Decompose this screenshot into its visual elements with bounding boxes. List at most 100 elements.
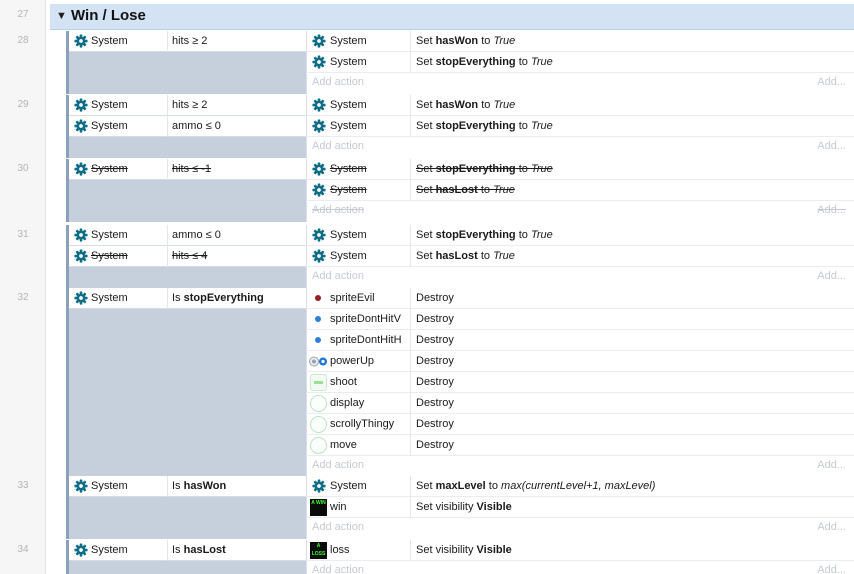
action-row[interactable]: System Set stopEverything to True [306,225,854,246]
add-action-link[interactable]: Add action [312,521,364,533]
action-row[interactable]: System Set hasLost to True [306,246,854,267]
event-block[interactable]: System hits ≤ -1 System Set stopEverything … [66,159,854,222]
group-header-win-lose[interactable]: ▼ Win / Lose [50,4,854,30]
action-row[interactable]: System Set hasWon to True [306,31,854,52]
action-variable: stopEverything [435,229,516,241]
add-action-link[interactable]: Add action [312,76,364,88]
event-block[interactable]: System hits ≥ 2 System Set hasWon to True Sy… [66,31,854,94]
condition-row[interactable]: System hits ≥ 2 [69,95,306,116]
column-divider [167,476,168,497]
add-action-link[interactable]: Add action [312,204,364,216]
event-block[interactable]: System Is hasLost A LOSS loss Set visibility… [66,540,854,574]
column-divider [167,159,168,180]
action-row[interactable]: powerUp Destroy [306,351,854,372]
add-action-row[interactable]: Add action Add... [306,73,854,92]
add-action-short-link[interactable]: Add... [817,270,846,282]
action-row[interactable]: spriteDontHitH Destroy [306,330,854,351]
column-divider [410,351,411,372]
action-value: True [530,229,553,241]
action-row[interactable]: A LOSS loss Set visibility Visible [306,540,854,561]
action-row[interactable]: display Destroy [306,393,854,414]
action-variable: hasLost [435,250,478,262]
add-action-link[interactable]: Add action [312,564,364,574]
action-text: Destroy [416,334,454,346]
action-connector: to [515,56,531,68]
action-object-name: shoot [330,376,357,388]
action-value: Visible [476,501,512,513]
event-block[interactable]: System ammo ≤ 0 System hits ≤ 4 System Set st… [66,225,854,288]
column-divider [410,31,411,52]
event-block[interactable]: System Is hasWon System Set maxLevel to max… [66,476,854,539]
add-action-short-link[interactable]: Add... [817,459,846,471]
action-row[interactable]: System Set maxLevel to max(currentLevel+1… [306,476,854,497]
event-block[interactable]: System hits ≥ 2 System ammo ≤ 0 System Set ha… [66,95,854,158]
action-verb: Set [416,56,436,68]
action-row[interactable]: shoot Destroy [306,372,854,393]
gear-icon [312,119,326,133]
action-value: True [493,35,516,47]
action-row[interactable]: spriteEvil Destroy [306,288,854,309]
add-action-row[interactable]: Add action Add... [306,518,854,537]
action-text: Destroy [416,355,454,367]
condition-row[interactable]: System hits ≤ 4 [69,246,306,267]
condition-row[interactable]: System hits ≥ 2 [69,31,306,52]
event-block[interactable]: System Is stopEverything spriteEvil Destroy… [66,288,854,477]
action-text: Set visibility Visible [416,544,512,556]
action-row[interactable]: A WIN win Set visibility Visible [306,497,854,518]
conditions-panel[interactable] [66,288,306,477]
add-action-row[interactable]: Add action Add... [306,201,854,220]
action-row[interactable]: System Set stopEverything to True [306,116,854,137]
action-object-name: System [330,184,367,196]
action-row[interactable]: System Set hasLost to True [306,180,854,201]
action-row[interactable]: move Destroy [306,435,854,456]
add-action-link[interactable]: Add action [312,270,364,282]
win-badge-icon: A WIN [310,499,327,516]
action-object-name: scrollyThingy [330,418,395,430]
line-number: 29 [17,99,29,110]
add-action-short-link[interactable]: Add... [817,76,846,88]
column-divider [410,52,411,73]
condition-row[interactable]: System ammo ≤ 0 [69,116,306,137]
gear-icon [312,479,326,493]
action-variable: hasWon [435,35,479,47]
group-title: Win / Lose [71,7,146,24]
condition-row[interactable]: System Is stopEverything [69,288,306,309]
action-row[interactable]: System Set hasWon to True [306,95,854,116]
add-action-short-link[interactable]: Add... [817,204,846,216]
add-action-short-link[interactable]: Add... [817,140,846,152]
add-action-short-link[interactable]: Add... [817,564,846,574]
action-text: Destroy [416,439,454,451]
add-action-short-link[interactable]: Add... [817,521,846,533]
gear-icon [312,98,326,112]
action-row[interactable]: System Set stopEverything to True [306,159,854,180]
condition-variable: hasLost [183,544,226,556]
condition-row[interactable]: System ammo ≤ 0 [69,225,306,246]
action-variable: stopEverything [435,56,516,68]
condition-row[interactable]: System Is hasLost [69,540,306,561]
column-divider [410,414,411,435]
add-action-row[interactable]: Add action Add... [306,456,854,475]
action-row[interactable]: scrollyThingy Destroy [306,414,854,435]
gear-icon [74,479,88,493]
add-action-link[interactable]: Add action [312,459,364,471]
add-action-row[interactable]: Add action Add... [306,267,854,286]
action-verb: Set [416,480,436,492]
condition-prefix: Is [172,480,184,492]
add-action-row[interactable]: Add action Add... [306,561,854,574]
column-divider [410,372,411,393]
condition-text: ammo ≤ 0 [172,229,221,241]
action-row[interactable]: System Set stopEverything to True [306,52,854,73]
action-object-name: System [330,99,367,111]
add-action-link[interactable]: Add action [312,140,364,152]
gear-icon [74,228,88,242]
badge-text: A LOSS [311,543,326,557]
line-number: 28 [17,35,29,46]
condition-row[interactable]: System hits ≤ -1 [69,159,306,180]
action-verb: Set [416,35,436,47]
action-text: Destroy [416,292,454,304]
add-action-row[interactable]: Add action Add... [306,137,854,156]
collapse-triangle-icon[interactable]: ▼ [56,10,67,22]
action-row[interactable]: spriteDontHitV Destroy [306,309,854,330]
line-number: 33 [17,480,29,491]
condition-row[interactable]: System Is hasWon [69,476,306,497]
